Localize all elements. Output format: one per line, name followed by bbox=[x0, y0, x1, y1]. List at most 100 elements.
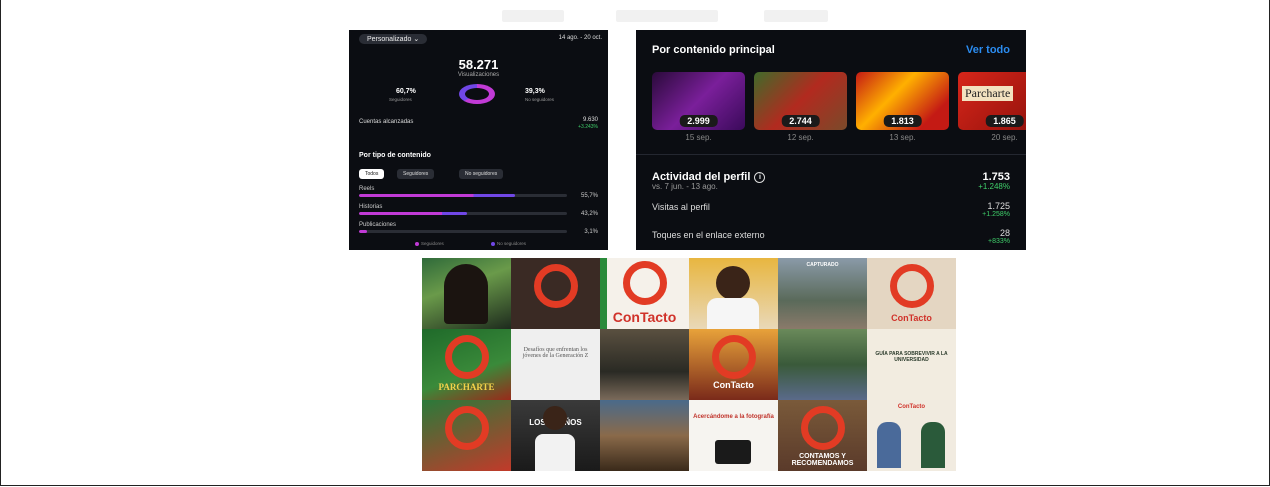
see-all-link[interactable]: Ver todo bbox=[966, 44, 1010, 56]
content-type-label: Historias bbox=[359, 204, 383, 210]
external-link-taps-change: +833% bbox=[988, 238, 1010, 245]
brand-q-logo bbox=[800, 405, 845, 450]
content-type-bar bbox=[359, 212, 567, 215]
chevron-down-icon: ⌄ bbox=[413, 36, 420, 43]
post-tile[interactable]: ConTacto bbox=[867, 400, 956, 471]
external-link-taps-label: Toques en el enlace externo bbox=[652, 230, 765, 240]
legend-label: No seguidores bbox=[497, 241, 527, 246]
brand-q-logo bbox=[889, 263, 934, 308]
post-tile[interactable]: ConTacto bbox=[600, 258, 689, 329]
post-caption: PARCHARTE bbox=[438, 382, 495, 392]
blurred-header-bar bbox=[502, 10, 564, 22]
filter-followers-chip[interactable]: Seguidores bbox=[397, 169, 435, 179]
post-caption: ConTacto bbox=[612, 309, 677, 325]
content-type-bar bbox=[359, 194, 567, 197]
content-type-label: Publicaciones bbox=[359, 222, 397, 228]
info-icon[interactable]: i bbox=[754, 171, 766, 183]
thumbnail-title: Parcharte bbox=[962, 86, 1014, 101]
brand-q-logo bbox=[711, 334, 756, 379]
post-tile[interactable] bbox=[422, 400, 511, 471]
post-tile[interactable]: CAPTURADO bbox=[778, 258, 867, 329]
post-tile[interactable]: Acercándome a la fotografía bbox=[689, 400, 778, 471]
content-type-value: 55,7% bbox=[580, 193, 598, 199]
profile-post-grid: ConTacto CAPTURADO ConTacto PARCHARTE De… bbox=[422, 258, 956, 471]
legend-dot bbox=[491, 241, 495, 246]
person-head bbox=[543, 406, 567, 430]
thumbnail-date: 12 sep. bbox=[787, 133, 814, 142]
total-views-value: 58.271 bbox=[458, 57, 499, 72]
content-type-bar-fill bbox=[359, 230, 368, 233]
post-tile[interactable]: Desafíos que enfrentan los jóvenes de la… bbox=[511, 329, 600, 400]
filter-nonfollowers-chip[interactable]: No seguidores bbox=[459, 169, 504, 179]
total-views-label: Visualizaciones bbox=[457, 72, 500, 78]
external-link-taps-value: 28 bbox=[999, 228, 1010, 238]
post-caption: ConTacto bbox=[713, 380, 754, 390]
content-type-value: 3,1% bbox=[584, 229, 598, 235]
content-type-label: Reels bbox=[359, 186, 375, 192]
post-caption: GUÍA PARA SOBREVIVIR A LA UNIVERSIDAD bbox=[875, 351, 948, 363]
period-selector[interactable]: Personalizado ⌄ bbox=[359, 34, 428, 44]
post-caption: ConTacto bbox=[897, 404, 926, 410]
thumbnail-view-count: 1.865 bbox=[985, 115, 1024, 127]
post-tile[interactable]: GUÍA PARA SOBREVIVIR A LA UNIVERSIDAD bbox=[867, 329, 956, 400]
post-tile[interactable]: CONTAMOS Y RECOMENDAMOS bbox=[778, 400, 867, 471]
post-caption: Acercándome a la fotografía bbox=[693, 414, 774, 420]
person-silhouette bbox=[444, 264, 488, 324]
profile-visits-value: 1.725 bbox=[987, 201, 1010, 211]
accounts-reached-label: Cuentas alcanzadas bbox=[359, 119, 414, 125]
date-range: 14 ago. - 20 oct. bbox=[558, 35, 602, 41]
top-content-thumbnail[interactable]: Parcharte 1.865 bbox=[958, 72, 1026, 130]
top-content-title: Por contenido principal bbox=[652, 44, 775, 56]
post-tile[interactable]: ConTacto bbox=[689, 329, 778, 400]
legend-label: Seguidores bbox=[421, 241, 444, 246]
legend-followers: Seguidores bbox=[415, 241, 444, 246]
followers-donut-chart bbox=[459, 84, 495, 104]
section-divider bbox=[636, 154, 1026, 155]
post-tile[interactable] bbox=[600, 329, 689, 400]
blurred-header-bar bbox=[616, 10, 718, 22]
post-tile[interactable] bbox=[778, 329, 867, 400]
top-content-thumbnail[interactable]: 1.813 bbox=[856, 72, 949, 130]
top-content-thumbnail[interactable]: 2.744 bbox=[754, 72, 847, 130]
thumbnail-view-count: 2.999 bbox=[679, 115, 718, 127]
by-content-type-title: Por tipo de contenido bbox=[359, 152, 431, 159]
accounts-reached-value: 9.630 bbox=[582, 117, 598, 123]
views-insights-panel: Personalizado ⌄ 14 ago. - 20 oct. 58.271… bbox=[349, 30, 608, 250]
camera-icon bbox=[715, 440, 751, 464]
person-silhouette bbox=[921, 422, 945, 468]
brand-q-logo bbox=[444, 405, 489, 450]
profile-visits-change: +1.258% bbox=[982, 211, 1010, 218]
filter-all-chip[interactable]: Todos bbox=[359, 169, 385, 179]
profile-visits-label: Visitas al perfil bbox=[652, 202, 710, 212]
non-followers-pct: 39,3% bbox=[525, 88, 545, 95]
post-tile[interactable]: ConTacto bbox=[867, 258, 956, 329]
post-caption: ConTacto bbox=[891, 313, 932, 323]
post-caption: CONTAMOS Y RECOMENDAMOS bbox=[791, 453, 854, 467]
post-tile[interactable] bbox=[689, 258, 778, 329]
post-caption: Desafíos que enfrentan los jóvenes de la… bbox=[522, 347, 589, 359]
post-tile[interactable]: LOS SUEÑOS bbox=[511, 400, 600, 471]
blurred-header-bar bbox=[764, 10, 828, 22]
thumbnail-date: 13 sep. bbox=[889, 133, 916, 142]
person-silhouette bbox=[877, 422, 901, 468]
brand-q-logo bbox=[444, 334, 489, 379]
thumbnail-date: 20 sep. bbox=[991, 133, 1018, 142]
post-tile[interactable] bbox=[422, 258, 511, 329]
legend-dot bbox=[415, 241, 419, 246]
top-content-panel: Por contenido principal Ver todo 2.999 1… bbox=[636, 30, 1026, 250]
legend-nonfollowers: No seguidores bbox=[491, 241, 526, 246]
person-body bbox=[535, 434, 575, 471]
followers-label: Seguidores bbox=[389, 97, 412, 102]
post-tile[interactable] bbox=[511, 258, 600, 329]
content-type-bar-fill bbox=[359, 194, 515, 197]
thumbnail-view-count: 2.744 bbox=[781, 115, 820, 127]
content-type-bar bbox=[359, 230, 567, 233]
top-content-thumbnail[interactable]: 2.999 bbox=[652, 72, 745, 130]
followers-pct: 60,7% bbox=[396, 88, 416, 95]
profile-activity-change: +1.248% bbox=[978, 182, 1010, 191]
post-tile[interactable]: PARCHARTE bbox=[422, 329, 511, 400]
accounts-reached-change: +3.243% bbox=[578, 124, 598, 130]
profile-activity-compare: vs. 7 jun. - 13 ago. bbox=[652, 182, 718, 191]
post-tile[interactable] bbox=[600, 400, 689, 471]
content-type-bar-fill bbox=[359, 212, 468, 215]
